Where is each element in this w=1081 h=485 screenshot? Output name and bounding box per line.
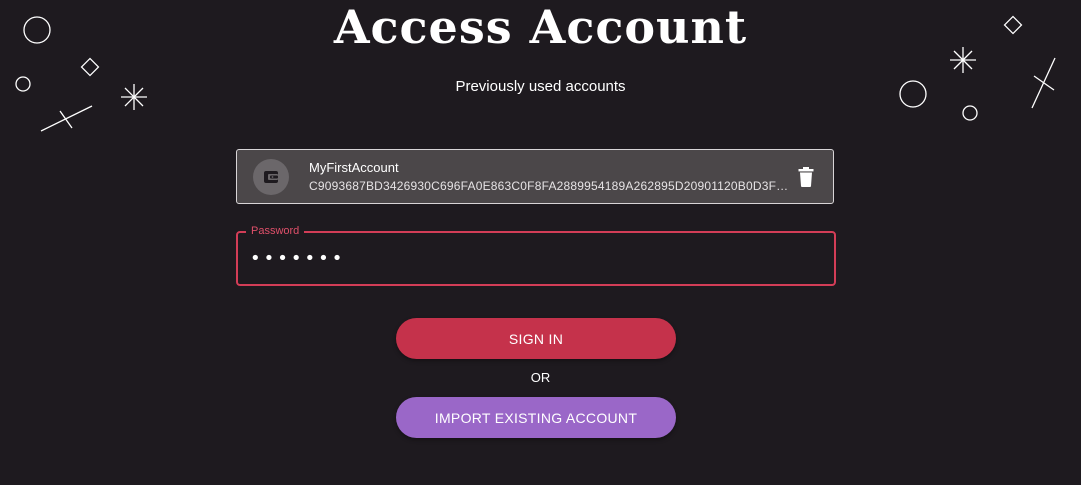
page-title: Access Account xyxy=(333,0,748,54)
account-name: MyFirstAccount xyxy=(309,159,399,175)
password-input[interactable] xyxy=(250,241,810,275)
account-item[interactable]: MyFirstAccount C9093687BD3426930C696FA0E… xyxy=(236,149,834,204)
account-address: C9093687BD3426930C696FA0E863C0F8FA288995… xyxy=(309,178,789,193)
sign-in-button[interactable]: SIGN IN xyxy=(396,318,676,359)
or-separator: OR xyxy=(530,370,551,385)
decor-line-icon xyxy=(59,110,73,129)
delete-account-button[interactable] xyxy=(795,166,817,188)
wallet-icon xyxy=(253,158,289,195)
account-details: MyFirstAccount C9093687BD3426930C696FA0E… xyxy=(309,159,789,195)
decor-line-icon xyxy=(40,105,93,132)
password-label: Password xyxy=(246,224,305,238)
trash-icon xyxy=(798,167,814,187)
accounts-subtitle: Previously used accounts xyxy=(455,78,626,95)
decor-circle-icon xyxy=(962,105,978,121)
import-account-button[interactable]: IMPORT EXISTING ACCOUNT xyxy=(396,397,676,438)
password-field[interactable]: Password xyxy=(236,224,836,286)
